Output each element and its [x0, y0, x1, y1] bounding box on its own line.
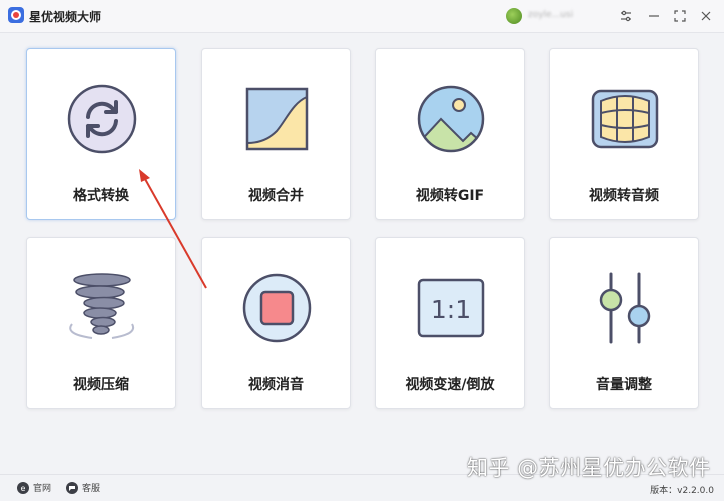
- tool-card-format-convert[interactable]: 格式转换: [26, 48, 176, 220]
- tool-label: 视频压缩: [73, 377, 129, 393]
- gif-image-icon: [417, 85, 485, 153]
- tool-card-video-compress[interactable]: 视频压缩: [26, 237, 176, 409]
- tool-card-video-to-audio[interactable]: 视频转音频: [549, 48, 699, 220]
- user-name[interactable]: zoyle...usi: [528, 10, 606, 22]
- tool-label: 音量调整: [596, 377, 652, 393]
- convert-icon: [67, 84, 137, 154]
- app-title: 星优视频大师: [29, 10, 102, 24]
- minimize-icon[interactable]: [646, 8, 662, 24]
- app-logo-icon: [8, 7, 24, 23]
- title-bar: 星优视频大师 zoyle...usi: [0, 0, 724, 33]
- customer-service-link[interactable]: 客服: [66, 481, 100, 494]
- website-link[interactable]: e 官网: [17, 481, 51, 494]
- tool-card-video-to-gif[interactable]: 视频转GIF: [375, 48, 525, 220]
- tool-label: 视频转GIF: [415, 188, 485, 204]
- service-label: 客服: [82, 484, 101, 494]
- chat-icon: [66, 481, 78, 494]
- tool-label: 视频消音: [248, 377, 304, 393]
- volume-slider-icon: [599, 272, 651, 344]
- ratio-text: 1:1: [431, 295, 471, 324]
- maximize-icon[interactable]: [672, 8, 688, 24]
- tool-label: 视频转音频: [589, 188, 659, 204]
- tool-card-video-merge[interactable]: 视频合并: [201, 48, 351, 220]
- merge-icon: [245, 87, 309, 151]
- svg-text:e: e: [21, 484, 26, 492]
- tornado-compress-icon: [69, 273, 134, 339]
- ratio-speed-icon: 1:1: [417, 278, 485, 338]
- tool-label: 格式转换: [73, 188, 129, 204]
- mute-stop-icon: [242, 273, 312, 343]
- settings-sliders-icon[interactable]: [618, 8, 634, 24]
- tool-label: 视频合并: [248, 188, 304, 204]
- browser-icon: e: [17, 481, 29, 494]
- tool-card-volume-adjust[interactable]: 音量调整: [549, 237, 699, 409]
- tool-card-video-speed-reverse[interactable]: 1:1 视频变速/倒放: [375, 237, 525, 409]
- version-text: 版本：v2.2.0.0: [650, 486, 714, 496]
- tool-label: 视频变速/倒放: [405, 377, 495, 393]
- tool-card-video-mute[interactable]: 视频消音: [201, 237, 351, 409]
- audio-icon: [591, 89, 659, 149]
- user-avatar[interactable]: [506, 8, 522, 24]
- website-label: 官网: [33, 484, 52, 494]
- watermark-text: 知乎 @苏州星优办公软件: [467, 456, 711, 480]
- close-icon[interactable]: [698, 8, 714, 24]
